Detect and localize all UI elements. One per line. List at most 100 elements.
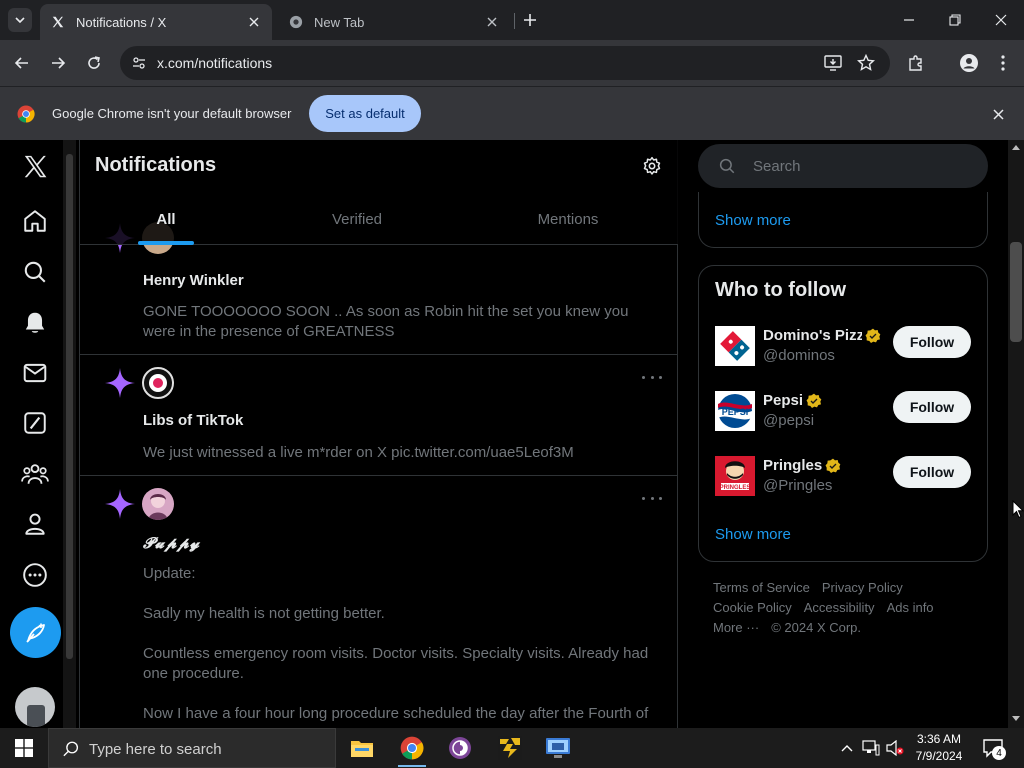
notification-item[interactable]: 𝓟𝓾𝓹𝓹𝔂 Update: Sadly my health is not get…	[80, 476, 678, 728]
forward-button[interactable]	[46, 51, 70, 75]
taskbar-search-box[interactable]: Type here to search	[48, 728, 336, 768]
chrome-menu-button[interactable]	[991, 51, 1015, 75]
more-circle-icon[interactable]	[21, 561, 49, 589]
pringles-logo-avatar[interactable]: PRINGLES	[715, 456, 755, 496]
footer-link[interactable]: Accessibility	[804, 600, 875, 615]
tab-verified[interactable]: Verified	[252, 193, 462, 245]
new-tab-button[interactable]	[520, 10, 540, 30]
file-explorer-icon[interactable]	[344, 732, 380, 764]
footer-link[interactable]: Ads info	[887, 600, 934, 615]
footer-link[interactable]: Terms of Service	[713, 580, 810, 595]
remote-desktop-icon[interactable]	[540, 732, 576, 764]
dominos-logo-avatar[interactable]	[715, 326, 755, 366]
left-scrollbar[interactable]	[63, 140, 76, 728]
account-handle: @Pringles	[763, 477, 833, 494]
tab-label: Verified	[331, 210, 383, 228]
settings-button[interactable]	[641, 155, 663, 177]
tab-search-button[interactable]	[8, 8, 32, 32]
game-app-icon[interactable]	[492, 732, 528, 764]
grok-icon[interactable]	[21, 409, 49, 437]
page-title: Notifications	[95, 154, 217, 176]
notification-author[interactable]: Libs of TikTok	[143, 412, 243, 429]
tab-all[interactable]: All	[80, 193, 252, 245]
tab-label: All	[156, 210, 176, 228]
suggested-account[interactable]: Domino's Pizza @dominos Follow	[699, 326, 987, 391]
account-name[interactable]: Pepsi	[763, 392, 881, 409]
notifications-bell-icon[interactable]	[21, 309, 49, 337]
account-handle: @pepsi	[763, 412, 815, 429]
back-button[interactable]	[10, 51, 34, 75]
follow-button[interactable]: Follow	[893, 391, 971, 423]
network-icon[interactable]	[860, 728, 882, 768]
account-name[interactable]: Domino's Pizza	[763, 327, 881, 344]
tab-title: Notifications / X	[76, 14, 167, 30]
close-window-button[interactable]	[989, 8, 1013, 32]
footer-more-link[interactable]: More ···	[713, 620, 759, 635]
volume-muted-icon[interactable]	[884, 728, 906, 768]
tab-new-tab[interactable]: New Tab	[278, 4, 510, 40]
user-avatar[interactable]	[142, 367, 174, 399]
search-bar[interactable]	[698, 144, 988, 188]
page-scrollbar[interactable]	[1008, 140, 1024, 728]
restore-button[interactable]	[943, 8, 967, 32]
scrollbar-thumb[interactable]	[1010, 242, 1022, 342]
show-more-link[interactable]: Show more	[715, 212, 791, 229]
close-icon	[995, 14, 1007, 26]
extensions-button[interactable]	[904, 51, 928, 75]
notification-item[interactable]: Libs of TikTok We just witnessed a live …	[80, 355, 678, 476]
home-icon[interactable]	[21, 207, 49, 235]
profile-button[interactable]	[957, 51, 981, 75]
minimize-button[interactable]	[897, 8, 921, 32]
search-icon	[63, 741, 79, 757]
chrome-icon[interactable]	[394, 732, 430, 767]
account-name-text: Pepsi	[763, 392, 804, 409]
active-tab-indicator	[138, 241, 194, 245]
system-clock[interactable]: 3:36 AM 7/9/2024	[906, 731, 972, 765]
notification-text-line: Sadly my health is not getting better.	[143, 605, 385, 622]
verified-gold-badge-icon	[825, 458, 841, 473]
communities-icon[interactable]	[21, 460, 49, 488]
more-options-button[interactable]	[642, 494, 662, 502]
close-infobar-icon[interactable]	[989, 105, 1007, 123]
x-logo-icon[interactable]	[21, 152, 49, 180]
pepsi-logo-avatar[interactable]: PEPSI	[715, 391, 755, 431]
site-info-icon[interactable]	[128, 52, 150, 74]
account-avatar[interactable]	[15, 687, 55, 727]
sparkle-icon	[105, 489, 135, 519]
messages-mail-icon[interactable]	[21, 359, 49, 387]
x-favicon-icon	[50, 14, 66, 30]
url-text: x.com/notifications	[157, 55, 273, 71]
tor-browser-icon[interactable]	[442, 732, 478, 764]
footer-link[interactable]: Cookie Policy	[713, 600, 792, 615]
bookmark-star-icon[interactable]	[856, 53, 876, 73]
start-button[interactable]	[0, 728, 48, 768]
close-tab-icon[interactable]	[246, 14, 262, 30]
set-as-default-button[interactable]: Set as default	[309, 95, 421, 132]
explore-icon[interactable]	[21, 258, 49, 286]
install-app-icon[interactable]	[823, 53, 843, 73]
suggested-account[interactable]: PRINGLES Pringles @Pringles Follow	[699, 456, 987, 521]
notification-author[interactable]: 𝓟𝓾𝓹𝓹𝔂	[143, 534, 200, 552]
tab-mentions[interactable]: Mentions	[462, 193, 674, 245]
follow-button[interactable]: Follow	[893, 326, 971, 358]
scroll-down-arrow-icon[interactable]	[1012, 716, 1020, 721]
show-hidden-icons-button[interactable]	[836, 728, 858, 768]
tab-notifications[interactable]: Notifications / X	[40, 4, 272, 40]
svg-text:PEPSI: PEPSI	[722, 407, 749, 417]
reload-button[interactable]	[82, 51, 106, 75]
post-button[interactable]	[10, 607, 61, 658]
notification-author[interactable]: Henry Winkler	[143, 272, 244, 289]
address-bar[interactable]: x.com/notifications	[120, 46, 890, 80]
suggested-account[interactable]: PEPSI Pepsi @pepsi Follow	[699, 391, 987, 456]
scroll-up-arrow-icon[interactable]	[1012, 145, 1020, 150]
more-options-button[interactable]	[642, 373, 662, 381]
footer-link[interactable]: Privacy Policy	[822, 580, 903, 595]
close-tab-icon[interactable]	[484, 14, 500, 30]
follow-button[interactable]: Follow	[893, 456, 971, 488]
account-name[interactable]: Pringles	[763, 457, 881, 474]
user-avatar[interactable]	[142, 488, 174, 520]
reload-icon	[88, 56, 100, 69]
profile-icon[interactable]	[21, 510, 49, 538]
show-more-link[interactable]: Show more	[715, 526, 791, 543]
search-input[interactable]	[753, 156, 953, 176]
